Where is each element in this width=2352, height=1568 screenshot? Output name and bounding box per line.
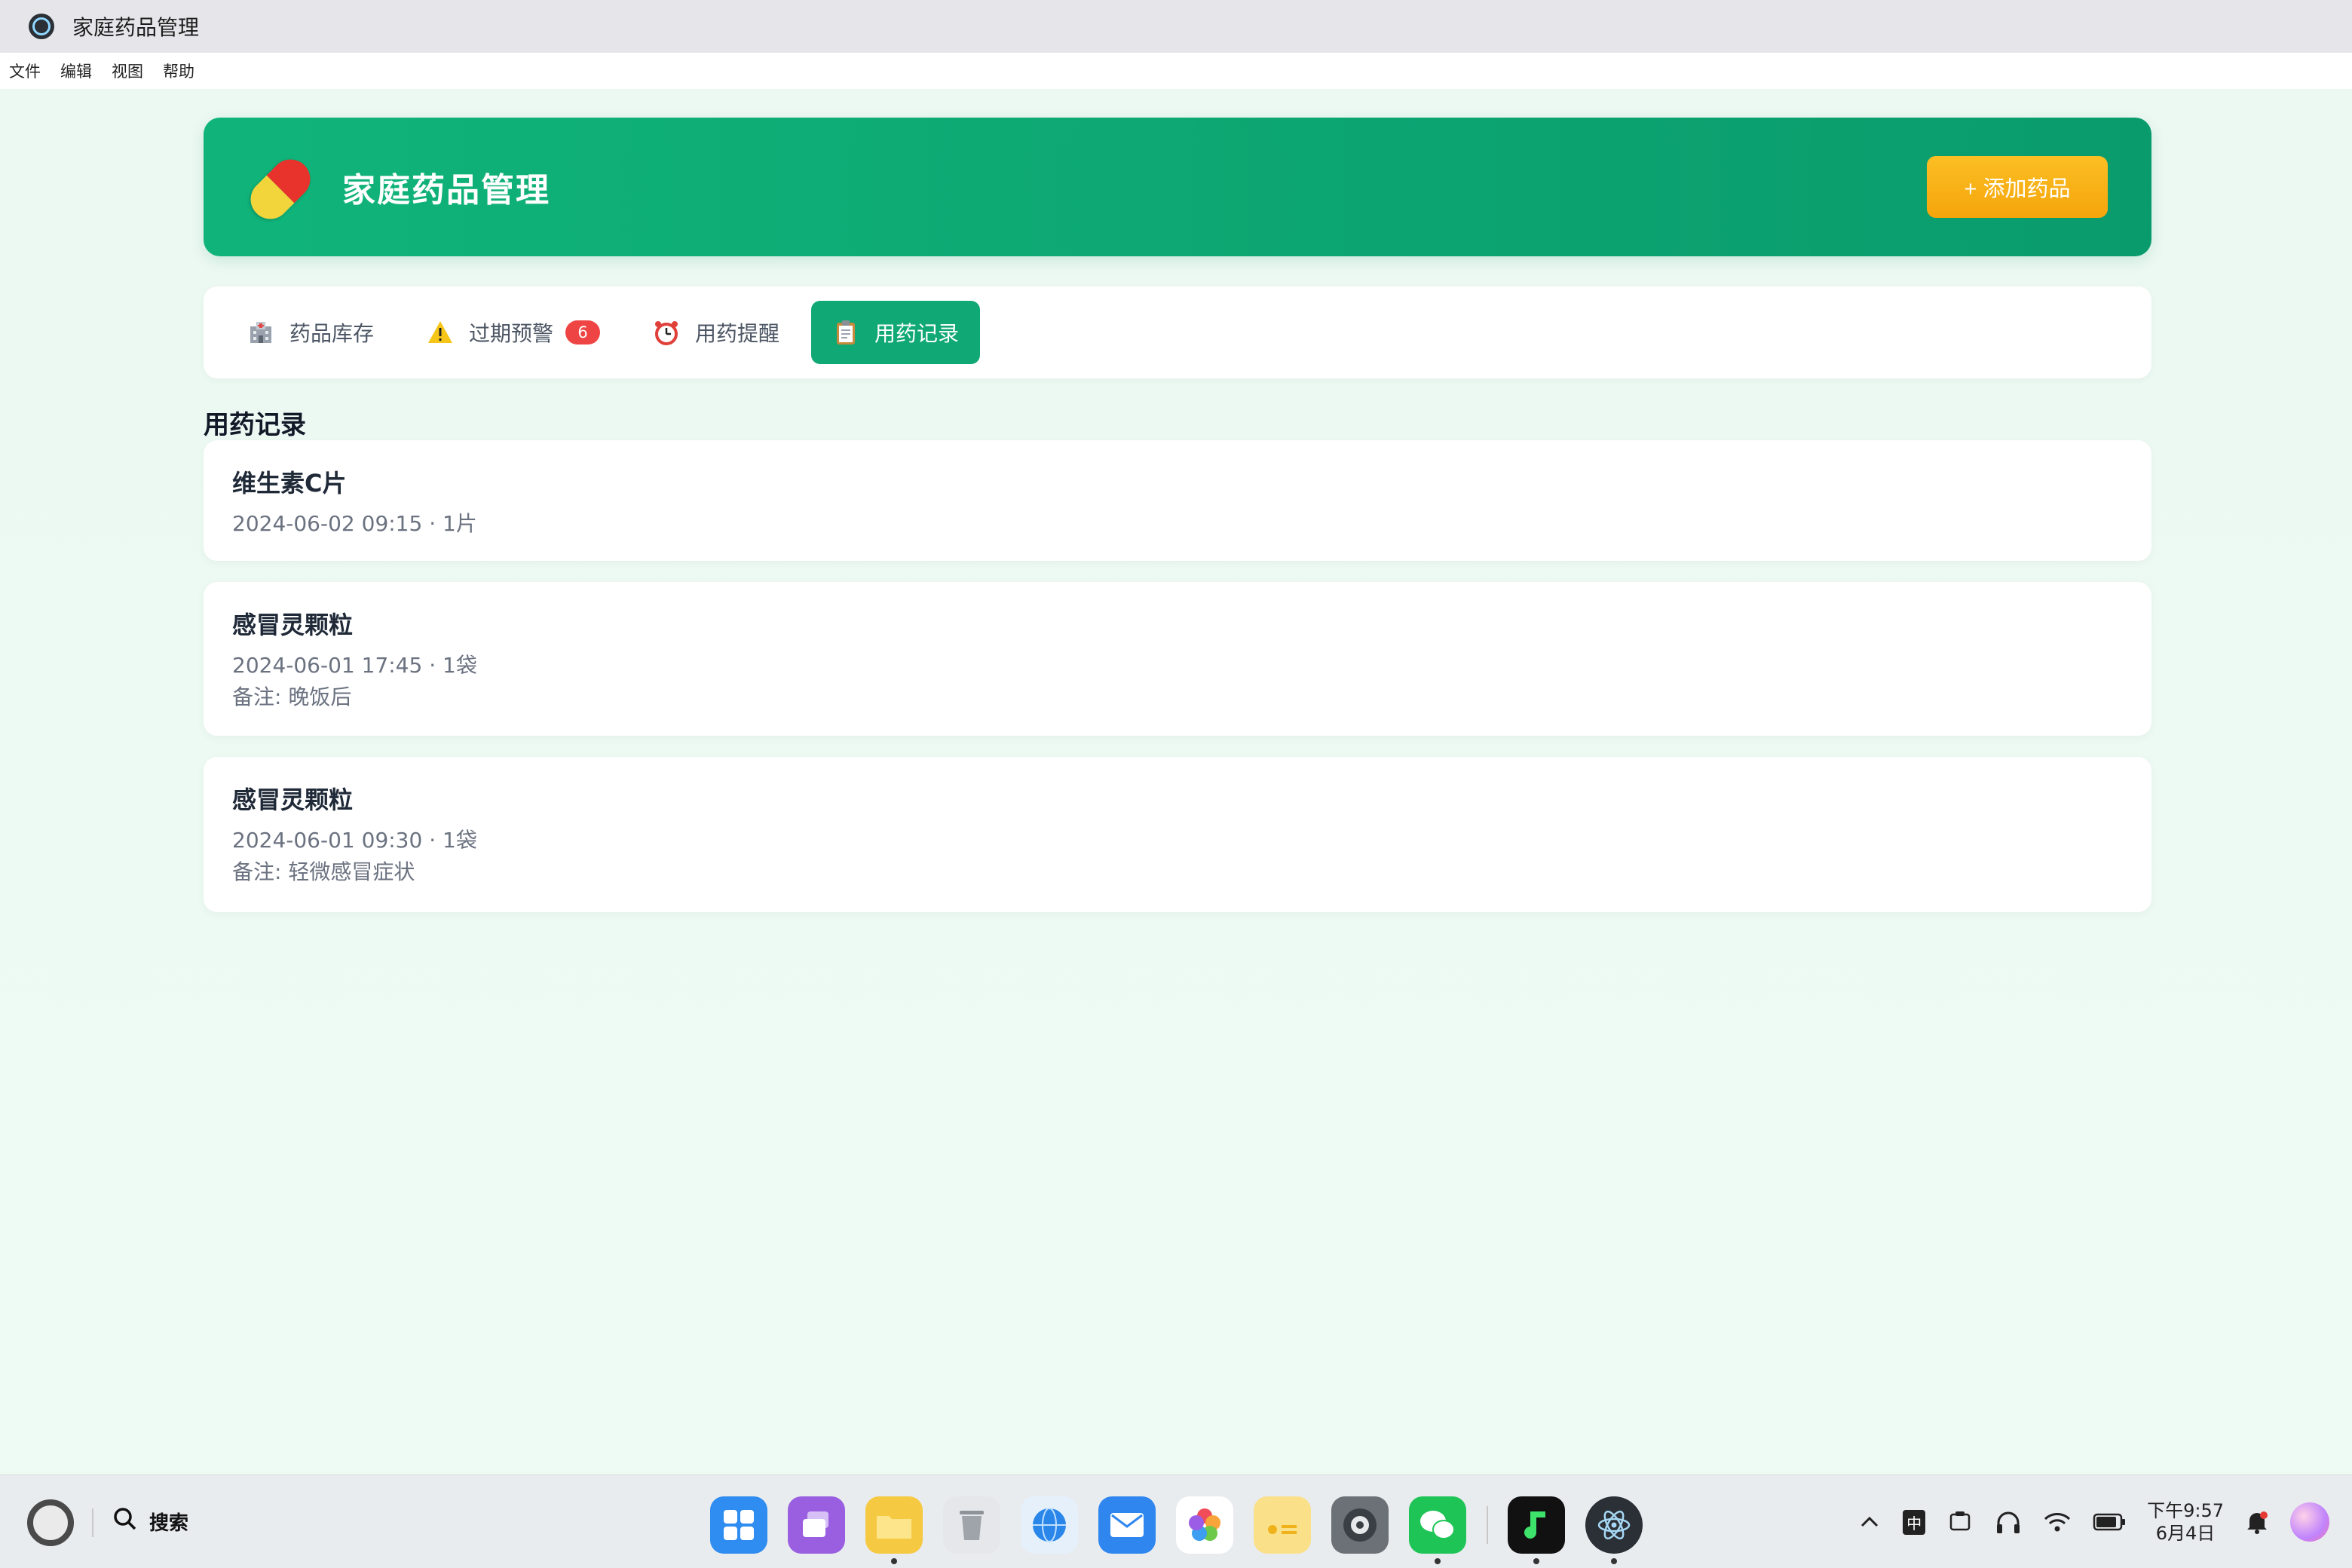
tab-expiry-warning[interactable]: 过期预警 6 [406,301,621,364]
photos-icon[interactable] [1176,1496,1233,1554]
record-card: 感冒灵颗粒 2024-06-01 17:45 · 1袋 备注: 晚饭后 [204,582,2151,736]
clock-time: 下午9:57 [2147,1500,2224,1521]
settings-icon[interactable] [1331,1496,1389,1554]
app-launcher-icon[interactable] [710,1496,767,1554]
tab-label: 药品库存 [289,321,375,346]
app-icon [29,14,54,39]
search-icon [112,1505,139,1538]
clipboard-icon [832,319,859,346]
chevron-up-icon[interactable] [1857,1510,1882,1534]
record-card: 维生素C片 2024-06-02 09:15 · 1片 [204,440,2151,561]
browser-icon[interactable] [1021,1496,1078,1554]
menu-help[interactable]: 帮助 [163,60,194,82]
multitask-icon[interactable] [788,1496,845,1554]
taskbar: 搜索 中 下午9:57 6月4日 [0,1475,2352,1568]
add-medicine-button[interactable]: + 添加药品 [1927,156,2108,218]
menu-bar: 文件 编辑 视图 帮助 [0,53,2352,89]
tab-label: 过期预警 [469,321,554,346]
page-title: 家庭药品管理 [342,171,550,210]
warning-count-badge: 6 [565,320,601,345]
record-note: 备注: 晚饭后 [232,684,352,709]
window-title: 家庭药品管理 [72,15,200,40]
taskbar-divider [92,1508,93,1537]
record-time-dose: 2024-06-02 09:15 · 1片 [232,511,477,536]
pill-icon [242,151,320,228]
menu-file[interactable]: 文件 [9,60,41,82]
main-content: 家庭药品管理 + 添加药品 药品库存 过期预警 6 用药提醒 用药记录 用药记录… [0,89,2352,1475]
window-titlebar: 家庭药品管理 [0,0,2352,53]
record-medicine-name: 感冒灵颗粒 [232,786,354,814]
section-title: 用药记录 [204,410,306,440]
alarm-clock-icon [653,319,680,346]
notes-icon[interactable] [1254,1496,1311,1554]
notification-bell-icon[interactable] [2245,1509,2269,1535]
assistant-orb-icon[interactable] [2290,1502,2329,1542]
ime-label: 中 [1903,1509,1926,1535]
battery-icon[interactable] [2093,1512,2126,1532]
trash-icon[interactable] [943,1496,1000,1554]
system-clock[interactable]: 下午9:57 6月4日 [2147,1499,2224,1545]
mail-icon[interactable] [1098,1496,1156,1554]
record-card: 感冒灵颗粒 2024-06-01 09:30 · 1袋 备注: 轻微感冒症状 [204,757,2151,912]
search-label: 搜索 [149,1512,189,1535]
dock-separator [1487,1506,1488,1544]
music-app-icon[interactable] [1508,1496,1565,1564]
hospital-icon [247,319,274,346]
system-tray: 中 下午9:57 6月4日 [1836,1498,2329,1546]
dock [710,1496,1663,1564]
menu-view[interactable]: 视图 [112,60,143,82]
headphones-icon[interactable] [1995,1509,2022,1535]
electron-app-icon[interactable] [1585,1496,1643,1564]
ime-indicator[interactable]: 中 [1903,1509,1926,1535]
tab-reminder[interactable]: 用药提醒 [632,301,801,364]
menu-edit[interactable]: 编辑 [60,60,92,82]
record-medicine-name: 维生素C片 [232,469,347,498]
tab-label: 用药提醒 [695,321,780,346]
app-header: 家庭药品管理 + 添加药品 [204,118,2151,256]
warning-icon [427,319,454,346]
tab-medication-record[interactable]: 用药记录 [811,301,981,364]
tab-inventory[interactable]: 药品库存 [226,301,395,364]
wifi-icon[interactable] [2043,1510,2072,1534]
start-button[interactable] [27,1499,74,1546]
record-time-dose: 2024-06-01 17:45 · 1袋 [232,653,477,678]
record-time-dose: 2024-06-01 09:30 · 1袋 [232,828,477,853]
files-icon[interactable] [865,1496,923,1564]
taskbar-search-button[interactable]: 搜索 [112,1505,188,1538]
tab-bar: 药品库存 过期预警 6 用药提醒 用药记录 [204,286,2151,378]
record-note: 备注: 轻微感冒症状 [232,859,415,884]
tab-label: 用药记录 [874,321,960,346]
clock-date: 6月4日 [2155,1523,2216,1544]
record-medicine-name: 感冒灵颗粒 [232,611,354,639]
wechat-icon[interactable] [1409,1496,1466,1564]
clipboard-tray-icon[interactable] [1946,1510,1974,1534]
